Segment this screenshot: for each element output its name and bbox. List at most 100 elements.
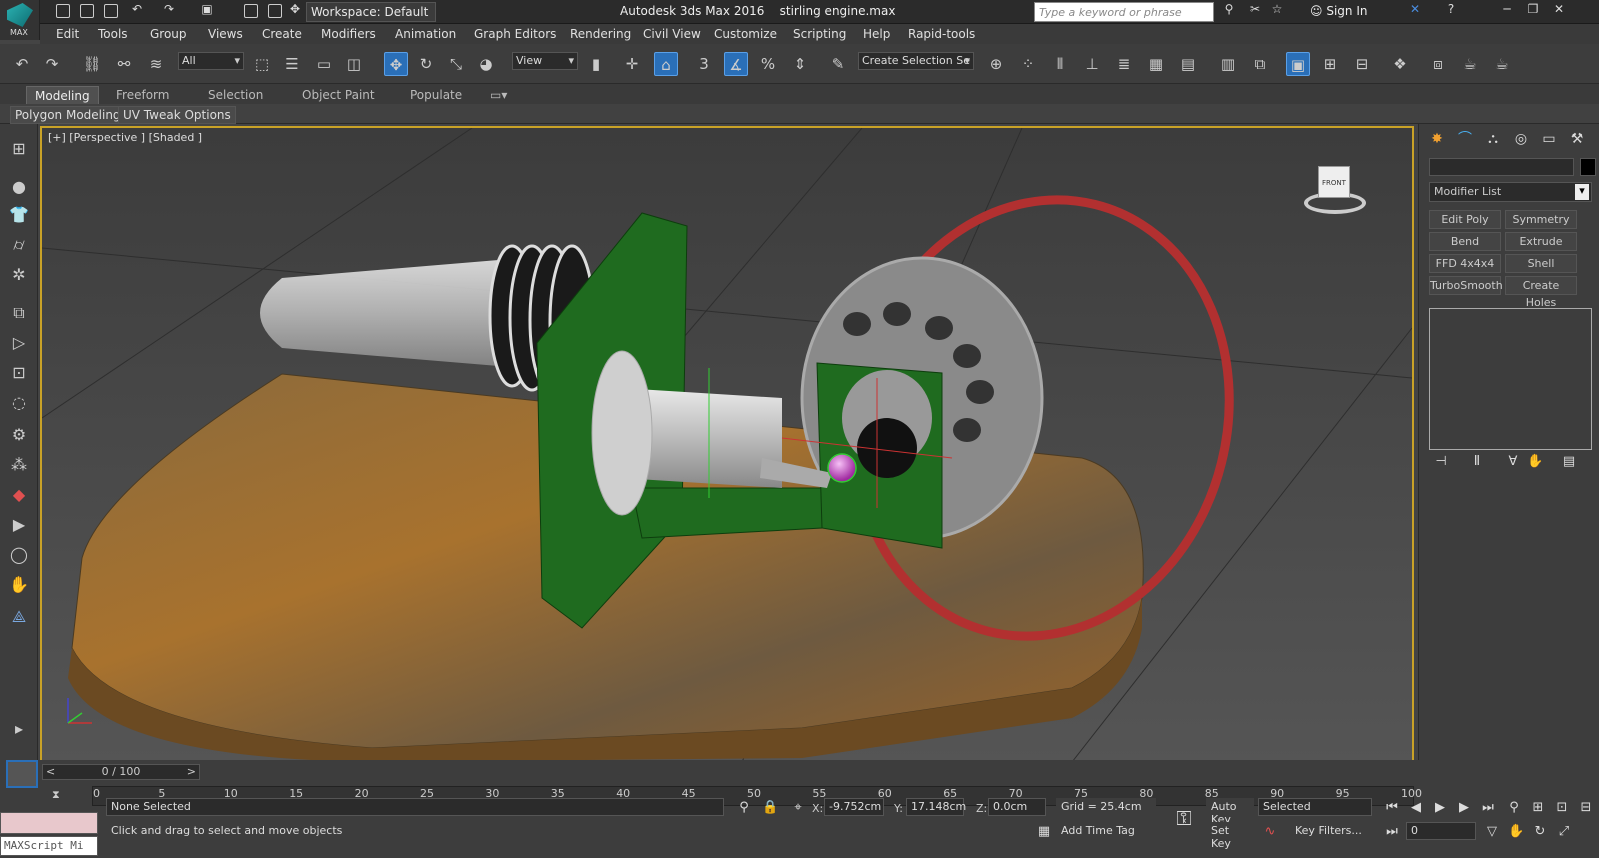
viewcube[interactable]: FRONT bbox=[1300, 162, 1370, 218]
menu-tools[interactable]: Tools bbox=[98, 27, 128, 41]
menu-customize[interactable]: Customize bbox=[714, 27, 777, 41]
maxscript-mini-listener[interactable]: MAXScript Mi bbox=[0, 836, 98, 856]
window-crossing-icon[interactable]: ◫ bbox=[342, 52, 366, 76]
motion-tab-icon[interactable]: ◎ bbox=[1509, 128, 1533, 150]
select-move-icon[interactable]: ✥ bbox=[384, 52, 408, 76]
key-mode-dropdown[interactable]: Selected bbox=[1258, 798, 1372, 816]
scene-explorer-icon[interactable]: ⊞ bbox=[8, 138, 30, 160]
workspace-dropdown[interactable]: Workspace: Default bbox=[306, 2, 436, 22]
menu-civil-view[interactable]: Civil View bbox=[643, 27, 701, 41]
zoom-extents-all-icon[interactable]: ⊟ bbox=[1578, 800, 1594, 816]
configure-modifier-sets-icon[interactable]: ▤ bbox=[1561, 454, 1577, 470]
open-file-icon[interactable] bbox=[80, 4, 94, 18]
expand-arrow-icon[interactable]: ▸ bbox=[8, 718, 30, 740]
field-of-view-icon[interactable]: ▽ bbox=[1484, 824, 1500, 840]
next-frame-icon[interactable]: ▶ bbox=[1456, 800, 1472, 816]
auto-key-button[interactable]: Auto Key bbox=[1206, 798, 1254, 826]
hair-icon[interactable]: ⁂ bbox=[8, 454, 30, 476]
edit-poly-button[interactable]: Edit Poly bbox=[1429, 210, 1501, 229]
tab-selection[interactable]: Selection bbox=[200, 86, 271, 104]
polygon-modeling-panel[interactable]: Polygon Modeling bbox=[10, 106, 126, 124]
render-icon[interactable]: ▶ bbox=[8, 514, 30, 536]
make-unique-icon[interactable]: ∀ bbox=[1505, 454, 1521, 470]
mini-viewport-icon[interactable] bbox=[6, 760, 38, 788]
render-setup-icon[interactable]: ⊟ bbox=[1350, 52, 1374, 76]
tab-object-paint[interactable]: Object Paint bbox=[294, 86, 383, 104]
default-in-out-tangent-icon[interactable]: ∿ bbox=[1262, 824, 1278, 840]
key-tangent-icon[interactable]: ⧉ bbox=[8, 302, 30, 324]
menu-group[interactable]: Group bbox=[150, 27, 187, 41]
schematic-view-icon[interactable]: ▣ bbox=[1286, 52, 1310, 76]
y-coordinate[interactable]: 17.148cm bbox=[906, 798, 966, 816]
help-icon[interactable]: ? bbox=[1440, 2, 1462, 20]
orbit-icon[interactable]: ↻ bbox=[1532, 824, 1548, 840]
shell-button[interactable]: Shell bbox=[1505, 254, 1577, 273]
rendered-frame-icon[interactable]: ❖ bbox=[1388, 52, 1412, 76]
uv-tweak-options-panel[interactable]: UV Tweak Options bbox=[118, 106, 236, 124]
z-coordinate[interactable]: 0.0cm bbox=[988, 798, 1046, 816]
go-to-start-icon[interactable]: ⏮ bbox=[1384, 800, 1400, 816]
menu-rendering[interactable]: Rendering bbox=[570, 27, 631, 41]
remove-modifier-icon[interactable]: ✋ bbox=[1527, 454, 1543, 470]
edit-named-selection-icon[interactable]: ✎ bbox=[826, 52, 850, 76]
hierarchy-tab-icon[interactable]: ⛬ bbox=[1481, 128, 1505, 150]
restore-button[interactable]: ❐ bbox=[1522, 2, 1544, 20]
binoculars-icon[interactable]: ⚲ bbox=[1218, 2, 1240, 20]
sign-in-link[interactable]: ☺ Sign In bbox=[1310, 4, 1367, 18]
time-slider[interactable]: < 0 / 100 > bbox=[42, 764, 200, 780]
checker-icon[interactable]: ▦ bbox=[1144, 52, 1168, 76]
modify-tab-icon[interactable]: ⌒ bbox=[1453, 128, 1477, 150]
light-icon[interactable]: ◯ bbox=[8, 544, 30, 566]
bind-space-warp-icon[interactable]: ≋ bbox=[144, 52, 168, 76]
add-time-tag-button[interactable]: Add Time Tag bbox=[1056, 822, 1156, 840]
maximize-viewport-icon[interactable]: ⤢ bbox=[1556, 824, 1572, 840]
layer-explorer-icon[interactable]: ≣ bbox=[1112, 52, 1136, 76]
show-end-result-icon[interactable]: Ⅱ bbox=[1469, 454, 1485, 470]
undo-icon[interactable]: ↶ bbox=[10, 52, 34, 76]
search-input[interactable]: Type a keyword or phrase bbox=[1034, 2, 1214, 22]
cylinder-tool-icon[interactable]: ⌭ bbox=[8, 234, 30, 256]
current-frame-field[interactable]: 0 bbox=[1406, 822, 1476, 840]
bend-button[interactable]: Bend bbox=[1429, 232, 1501, 251]
turbosmooth-button[interactable]: TurboSmooth bbox=[1429, 276, 1503, 295]
menu-create[interactable]: Create bbox=[262, 27, 302, 41]
snaps-toggle-icon[interactable]: 3 bbox=[692, 52, 716, 76]
menu-scripting[interactable]: Scripting bbox=[793, 27, 846, 41]
mirror-icon[interactable]: ⊕ bbox=[984, 52, 1008, 76]
tab-populate[interactable]: Populate bbox=[402, 86, 470, 104]
named-selection-sets-dropdown[interactable]: Create Selection Se bbox=[858, 52, 974, 70]
axis-tripod-icon[interactable]: ⟁ bbox=[8, 606, 30, 628]
close-button[interactable]: ✕ bbox=[1548, 2, 1570, 20]
set-key-button[interactable]: Set Key bbox=[1206, 822, 1254, 850]
orbit-icon[interactable]: ◌ bbox=[8, 392, 30, 414]
app-logo[interactable]: MAX bbox=[0, 0, 40, 40]
render-production-icon[interactable]: ⧈ bbox=[1426, 52, 1450, 76]
object-name-field[interactable] bbox=[1429, 158, 1574, 176]
exchange-icon[interactable]: ✕ bbox=[1404, 2, 1426, 20]
undo-icon[interactable]: ↶ bbox=[126, 2, 148, 20]
menu-views[interactable]: Views bbox=[208, 27, 243, 41]
create-tab-icon[interactable]: ✸ bbox=[1425, 128, 1449, 150]
set-key-mode-key-icon[interactable]: ⚿ bbox=[1170, 808, 1198, 828]
spinner-snap-icon[interactable]: ⇕ bbox=[788, 52, 812, 76]
keyboard-shortcut-override-icon[interactable]: ⌂ bbox=[654, 52, 678, 76]
select-rotate-icon[interactable]: ↻ bbox=[414, 52, 438, 76]
viewcube-front-face[interactable]: FRONT bbox=[1318, 166, 1350, 198]
menu-modifiers[interactable]: Modifiers bbox=[321, 27, 376, 41]
manipulate-icon[interactable]: ✛ bbox=[620, 52, 644, 76]
select-scale-icon[interactable]: ⤡ bbox=[444, 52, 468, 76]
zoom-extents-icon[interactable]: ⊡ bbox=[1554, 800, 1570, 816]
maxscript-listener-top[interactable] bbox=[0, 812, 98, 834]
redo-icon[interactable]: ↷ bbox=[40, 52, 64, 76]
viewport-label[interactable]: [+] [Perspective ] [Shaded ] bbox=[48, 131, 202, 144]
material-ball-icon[interactable]: ◆ bbox=[8, 484, 30, 506]
pivot-point-icon[interactable]: ▮ bbox=[584, 52, 608, 76]
isolate-selection-icon[interactable]: ⚲ bbox=[736, 800, 752, 816]
go-to-end-icon[interactable]: ⏭ bbox=[1480, 800, 1496, 816]
rectangular-selection-icon[interactable]: ▭ bbox=[312, 52, 336, 76]
select-place-icon[interactable]: ◕ bbox=[474, 52, 498, 76]
absolute-mode-icon[interactable]: ⌖ bbox=[790, 800, 806, 816]
utilities-tab-icon[interactable]: ⚒ bbox=[1565, 128, 1589, 150]
previous-frame-icon[interactable]: ◀ bbox=[1408, 800, 1424, 816]
scene-explorer-icon[interactable]: ▤ bbox=[1176, 52, 1200, 76]
